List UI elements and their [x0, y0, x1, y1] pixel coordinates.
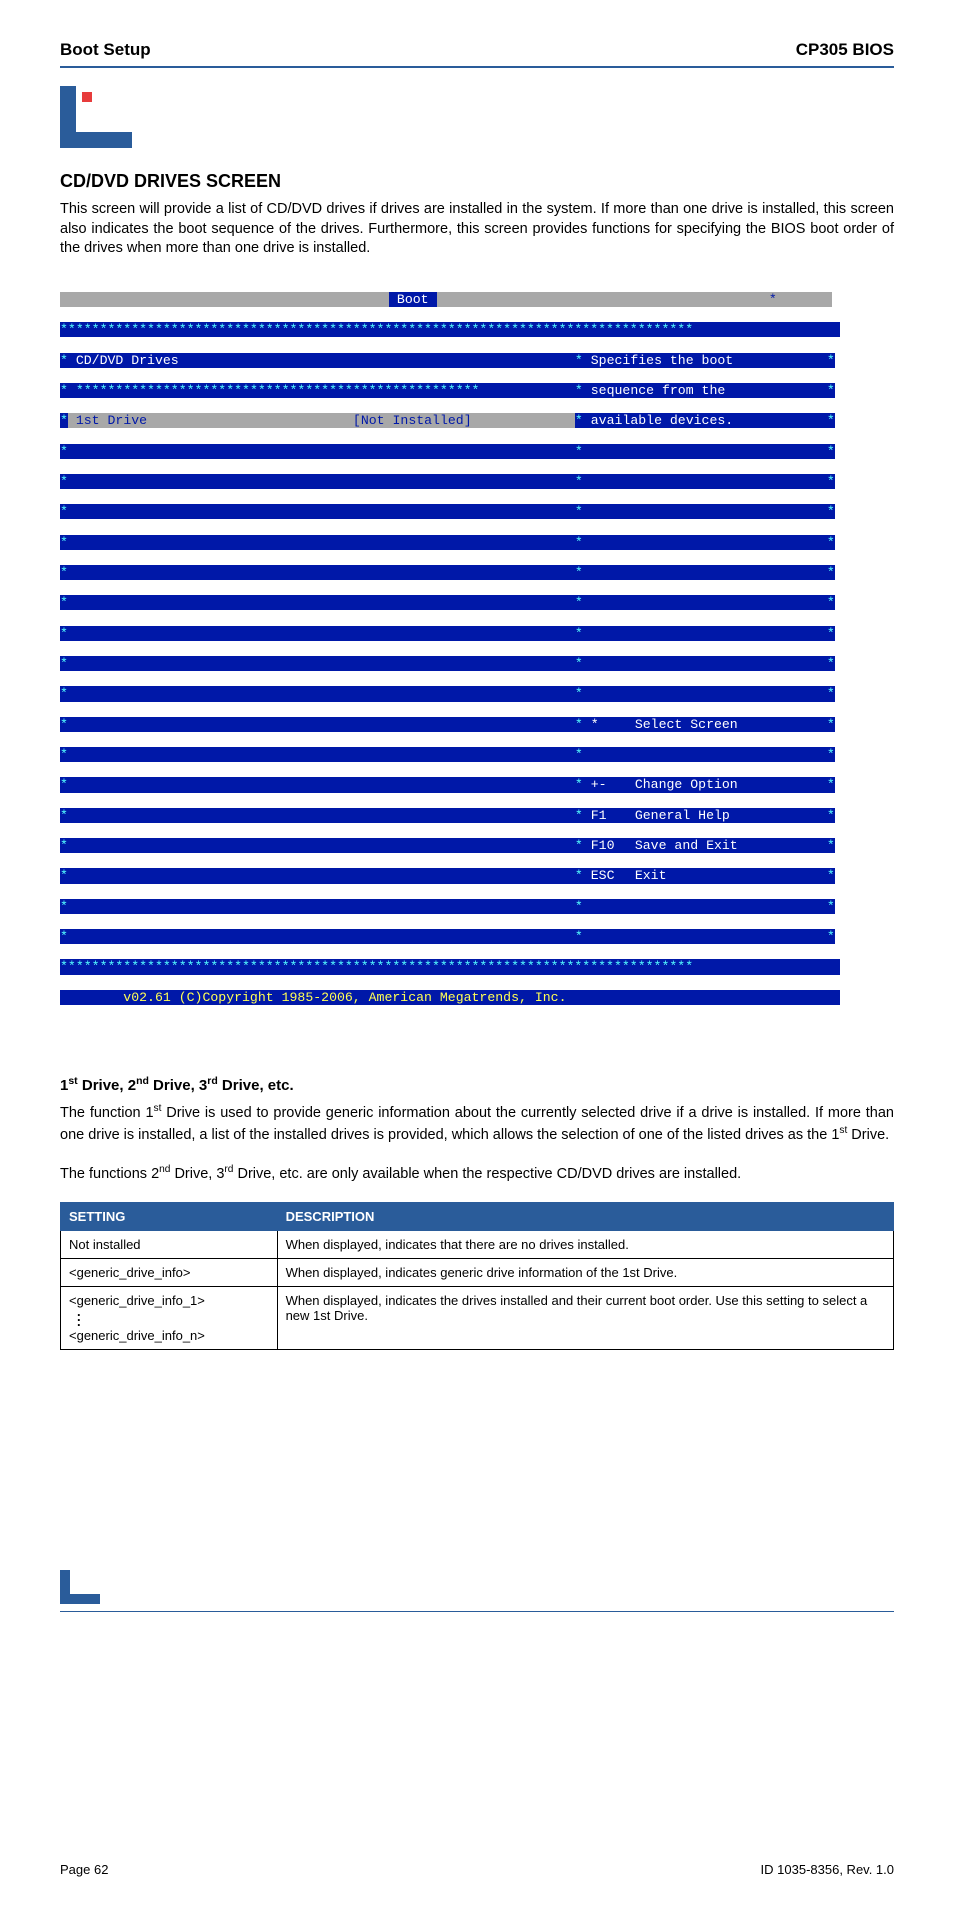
subsection-p2: The functions 2nd Drive, 3rd Drive, etc.… [60, 1163, 894, 1184]
bios-nav-select: Select Screen [635, 717, 827, 732]
bios-nav-change: Change Option [635, 777, 827, 792]
vdots-icon: ... [69, 1308, 269, 1328]
brand-logo [60, 86, 894, 151]
section-intro: This screen will provide a list of CD/DV… [60, 200, 894, 259]
section-title: CD/DVD DRIVES SCREEN [60, 171, 894, 192]
table-row: Not installed When displayed, indicates … [61, 1231, 894, 1259]
bios-nav-exit: Exit [635, 868, 827, 883]
bios-footer: v02.61 (C)Copyright 1985-2006, American … [60, 990, 840, 1005]
header-right: CP305 BIOS [796, 40, 894, 60]
bios-nav-save: Save and Exit [635, 838, 827, 853]
table-head-desc: DESCRIPTION [277, 1203, 893, 1231]
table-row: <generic_drive_info> When displayed, ind… [61, 1259, 894, 1287]
footer-logo [60, 1570, 894, 1607]
bios-first-drive-label[interactable]: 1st Drive [68, 413, 353, 428]
footer-right: ID 1035-8356, Rev. 1.0 [761, 1862, 894, 1877]
bios-nav-help: General Help [635, 808, 827, 823]
footer-left: Page 62 [60, 1862, 108, 1877]
header-divider [60, 66, 894, 68]
table-row: <generic_drive_info_1> ... <generic_driv… [61, 1287, 894, 1350]
bios-screenshot: Boot * *********************************… [60, 277, 840, 1036]
bios-tab [389, 292, 397, 307]
header-left: Boot Setup [60, 40, 151, 60]
footer-divider [60, 1611, 894, 1612]
bios-left-title: CD/DVD Drives [68, 353, 575, 368]
subsection-p1: The function 1st Drive is used to provid… [60, 1102, 894, 1145]
settings-table: SETTING DESCRIPTION Not installed When d… [60, 1202, 894, 1350]
bios-first-drive-value[interactable]: [Not Installed] [353, 413, 575, 428]
subsection-heading: 1st Drive, 2nd Drive, 3rd Drive, etc. [60, 1075, 894, 1094]
table-head-setting: SETTING [61, 1203, 278, 1231]
